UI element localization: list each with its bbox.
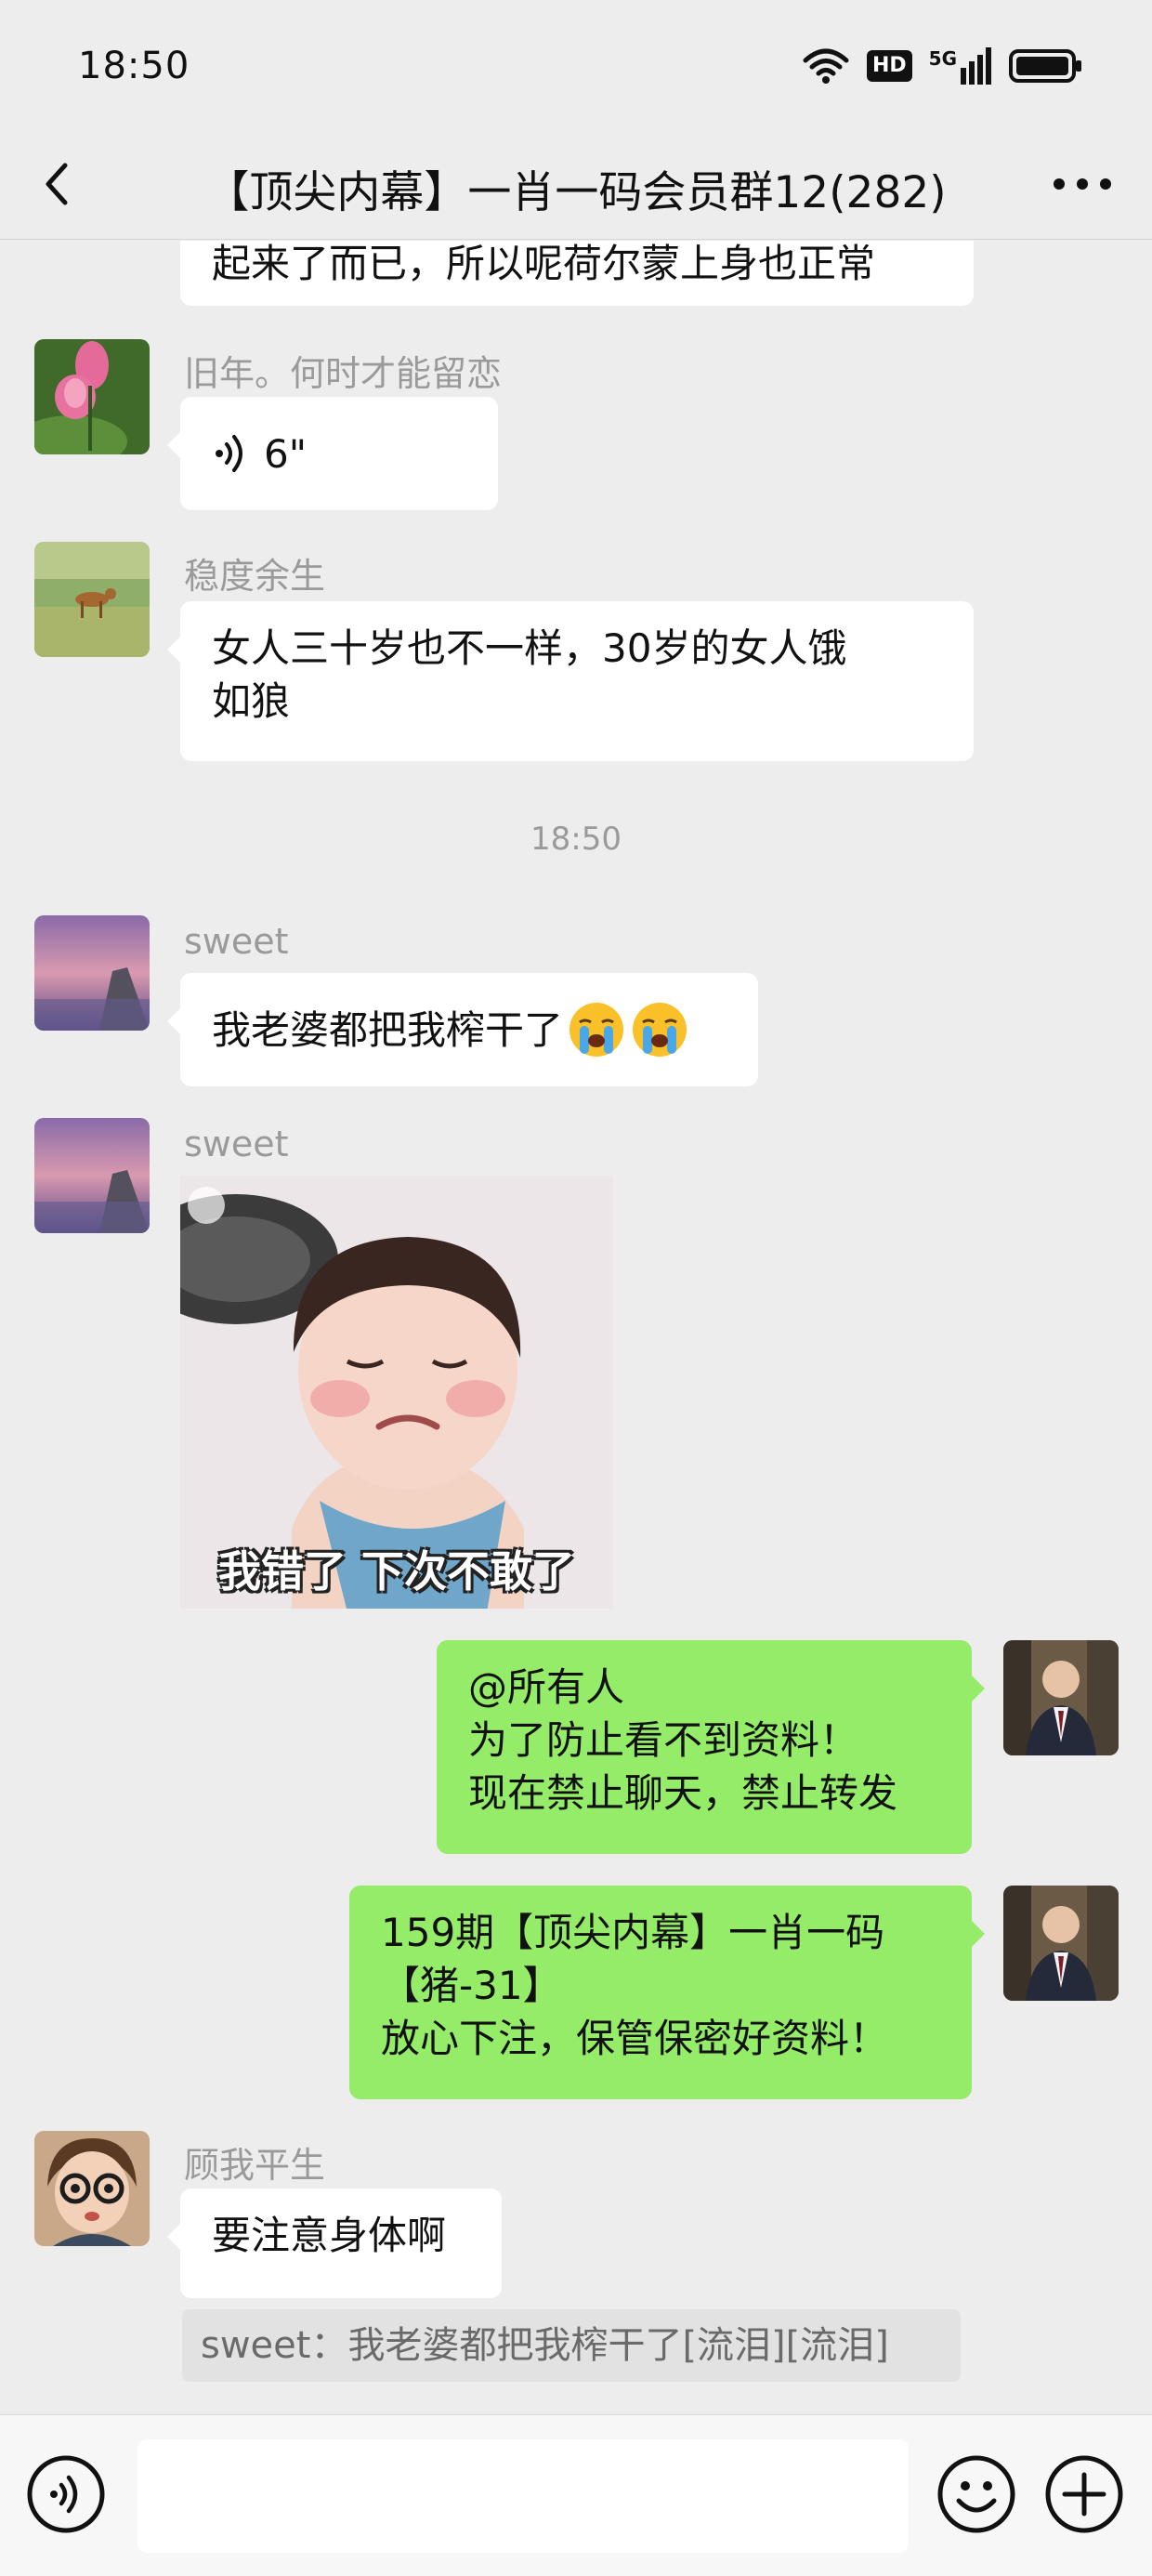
sender-name: 旧年。何时才能留恋	[184, 353, 503, 394]
message-line: 【猪-31】	[381, 1963, 562, 2008]
plus-icon[interactable]	[1044, 2454, 1124, 2534]
avatar[interactable]	[1003, 1640, 1119, 1755]
avatar[interactable]	[34, 1118, 150, 1233]
status-bar: 18:50 HD 5G	[0, 0, 1152, 130]
voice-message-bubble[interactable]: 6"	[167, 397, 498, 510]
sender-name: 稳度余生	[184, 556, 326, 597]
message-bubble[interactable]: 要注意身体啊	[167, 2188, 502, 2298]
nav-bar: 【顶尖内幕】一肖一码会员群12(282)	[0, 130, 1152, 240]
message-text: 起来了而已，所以呢荷尔蒙上身也正常	[212, 241, 876, 286]
message-line: 159期【顶尖内幕】一肖一码	[381, 1910, 885, 1955]
voice-icon[interactable]	[26, 2454, 106, 2534]
chevron-left-icon[interactable]	[33, 158, 85, 210]
message-bubble[interactable]: 我老婆都把我榨干了	[167, 973, 758, 1086]
message-line: 如狼	[212, 678, 291, 724]
quoted-message[interactable]: sweet：我老婆都把我榨干了[流泪][流泪]	[182, 2309, 961, 2382]
sender-name: sweet	[184, 1124, 289, 1164]
announcement-bubble[interactable]: 159期【顶尖内幕】一肖一码 【猪-31】 放心下注，保管保密好资料！	[349, 1886, 985, 2099]
message-input[interactable]	[137, 2439, 909, 2553]
avatar[interactable]	[34, 2131, 150, 2246]
message-text: 我老婆都把我榨干了	[212, 1006, 564, 1053]
emoji-icon[interactable]	[936, 2454, 1016, 2534]
input-bar	[0, 2414, 1152, 2576]
avatar-deer-image	[34, 542, 150, 657]
message-line: 放心下注，保管保密好资料！	[381, 2016, 889, 2061]
timestamp: 18:50	[530, 821, 622, 858]
avatar[interactable]	[34, 339, 150, 454]
battery-icon	[1009, 49, 1081, 83]
network-label: 5G	[928, 47, 957, 70]
announcement-bubble[interactable]: @所有人 为了防止看不到资料！ 现在禁止聊天，禁止转发	[437, 1640, 985, 1854]
sender-name: 顾我平生	[184, 2145, 326, 2186]
avatar-sunset-image	[34, 1118, 150, 1233]
signal-icon: 5G	[929, 47, 992, 85]
message-line: @所有人	[468, 1664, 625, 1710]
message-text: 要注意身体啊	[212, 2213, 447, 2258]
message-line: 为了防止看不到资料！	[468, 1717, 859, 1763]
more-dots-icon[interactable]	[1050, 158, 1115, 210]
message-line: 女人三十岁也不一样，30岁的女人饿	[212, 625, 847, 671]
avatar-child-glasses-image	[34, 2131, 150, 2246]
avatar[interactable]	[1003, 1886, 1119, 2001]
avatar[interactable]	[34, 542, 150, 657]
avatar[interactable]	[34, 915, 150, 1031]
crying-emoji-icon	[567, 1000, 689, 1059]
avatar-man-suit-image	[1003, 1886, 1119, 2001]
message-bubble[interactable]: 女人三十岁也不一样，30岁的女人饿 如狼	[167, 601, 974, 761]
status-icons: HD 5G	[802, 43, 1083, 89]
chat-message-list[interactable]: 起来了而已，所以呢荷尔蒙上身也正常 旧年。何时才能留恋 6" 稳度余生 女人三十…	[0, 241, 1152, 2415]
wifi-icon	[803, 48, 849, 84]
hd-icon: HD	[866, 50, 912, 82]
status-time: 18:50	[78, 45, 190, 87]
message-line: 现在禁止聊天，禁止转发	[468, 1770, 898, 1816]
avatar-sunset-image	[34, 915, 150, 1031]
sticker-caption: 我错了 下次不敢了	[217, 1546, 575, 1597]
message-bubble[interactable]: 起来了而已，所以呢荷尔蒙上身也正常	[180, 241, 974, 306]
chat-title: 【顶尖内幕】一肖一码会员群12(282)	[205, 167, 947, 218]
voice-wave-icon	[216, 435, 242, 472]
voice-duration: 6"	[264, 430, 308, 477]
sticker-message[interactable]: 我错了 下次不敢了	[180, 1176, 613, 1609]
avatar-man-suit-image	[1003, 1640, 1119, 1755]
avatar-lotus-image	[34, 339, 150, 454]
sender-name: sweet	[184, 921, 289, 962]
